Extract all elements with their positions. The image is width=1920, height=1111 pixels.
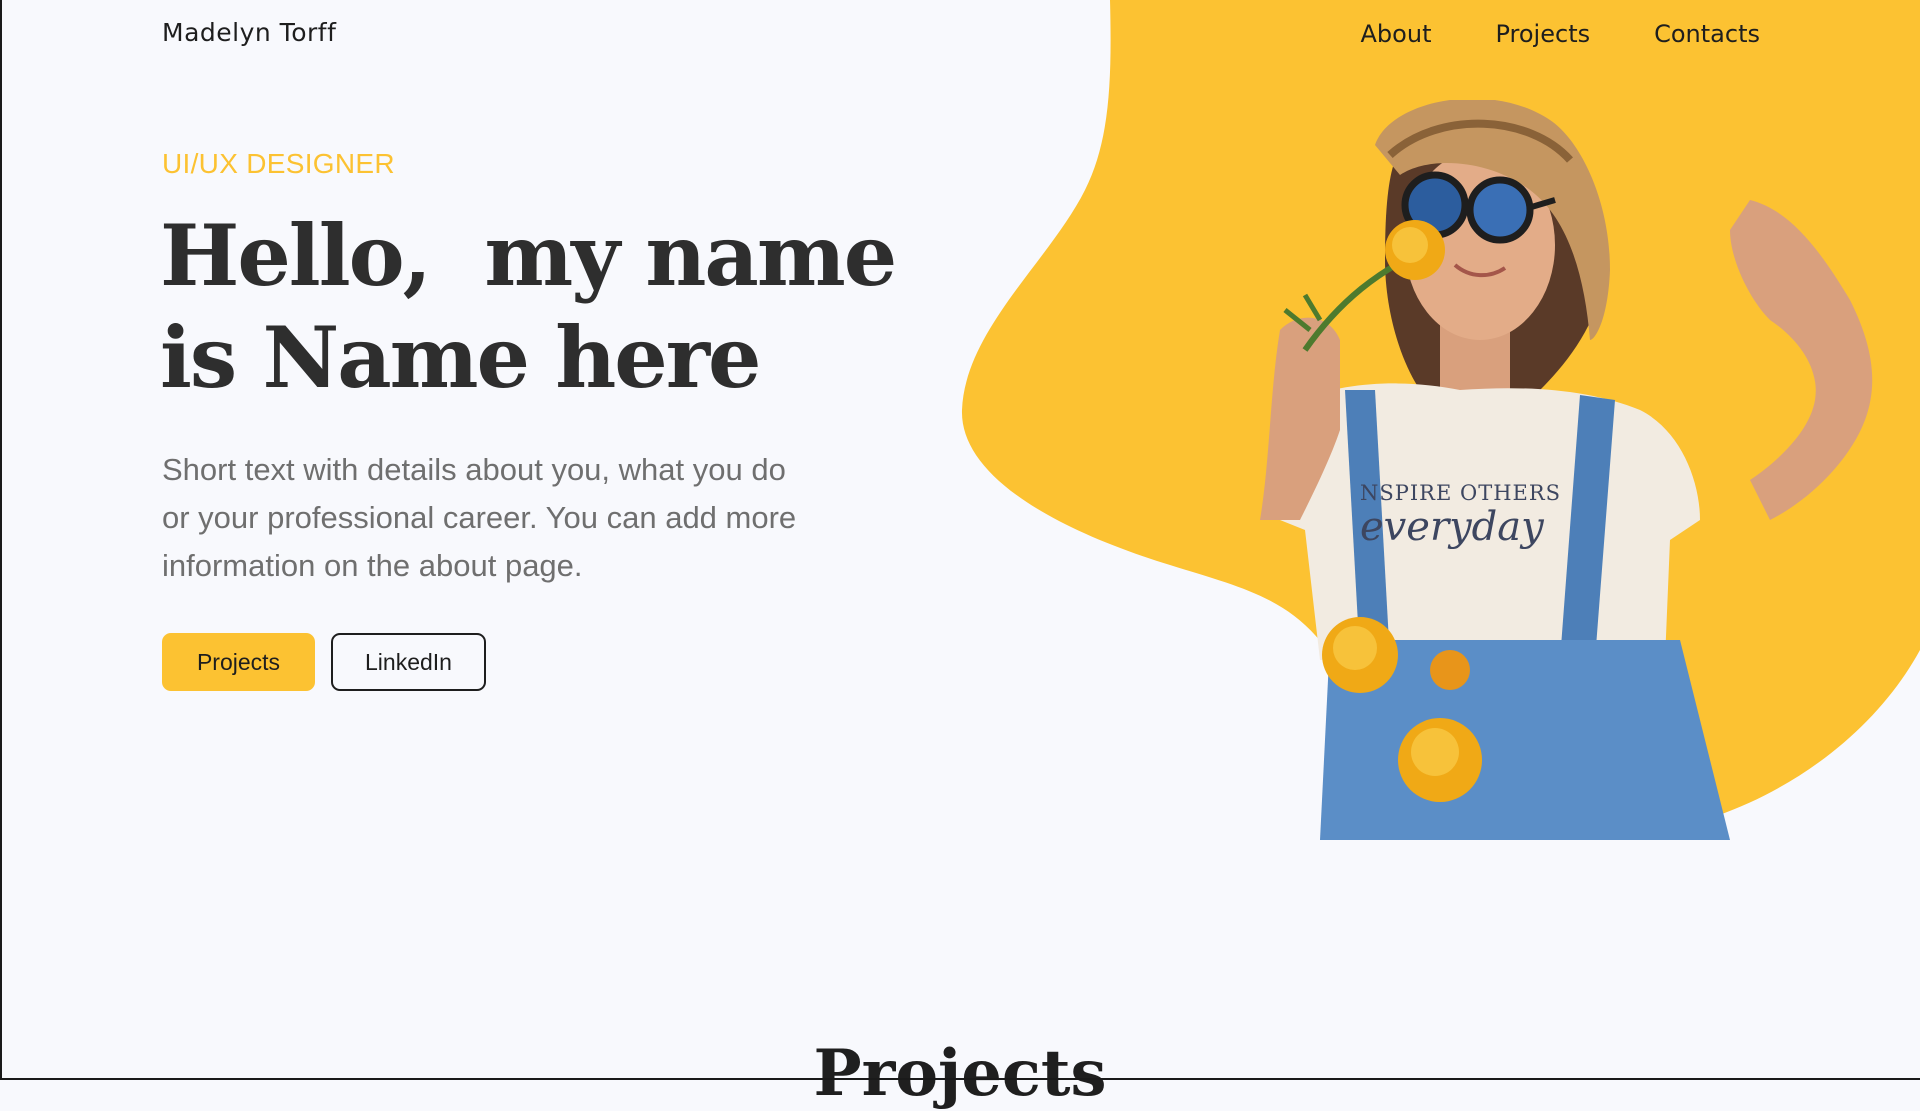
headline-line-2: is Name here <box>160 308 761 407</box>
projects-section-title: Projects <box>813 1036 1107 1111</box>
shirt-text-line-1: NSPIRE OTHERS <box>1360 481 1561 505</box>
nav-contacts[interactable]: Contacts <box>1654 20 1760 48</box>
projects-button[interactable]: Projects <box>162 633 315 691</box>
hero-description: Short text with details about you, what … <box>162 452 797 583</box>
headline-line-1: Hello, my name <box>160 206 897 305</box>
nav-projects[interactable]: Projects <box>1495 20 1590 48</box>
main-nav: About Projects Contacts <box>1361 20 1760 48</box>
hero-buttons: Projects LinkedIn <box>162 633 486 691</box>
shirt-text-line-2: everyday <box>1360 504 1545 550</box>
linkedin-button[interactable]: LinkedIn <box>331 633 486 691</box>
site-logo[interactable]: Madelyn Torff <box>162 18 336 47</box>
hero-portrait-photo: NSPIRE OTHERS everyday <box>1260 100 1873 840</box>
hero-headline: Hello, my name is Name here <box>160 205 897 409</box>
role-eyebrow: UI/UX DESIGNER <box>162 148 395 179</box>
nav-about[interactable]: About <box>1361 20 1432 48</box>
